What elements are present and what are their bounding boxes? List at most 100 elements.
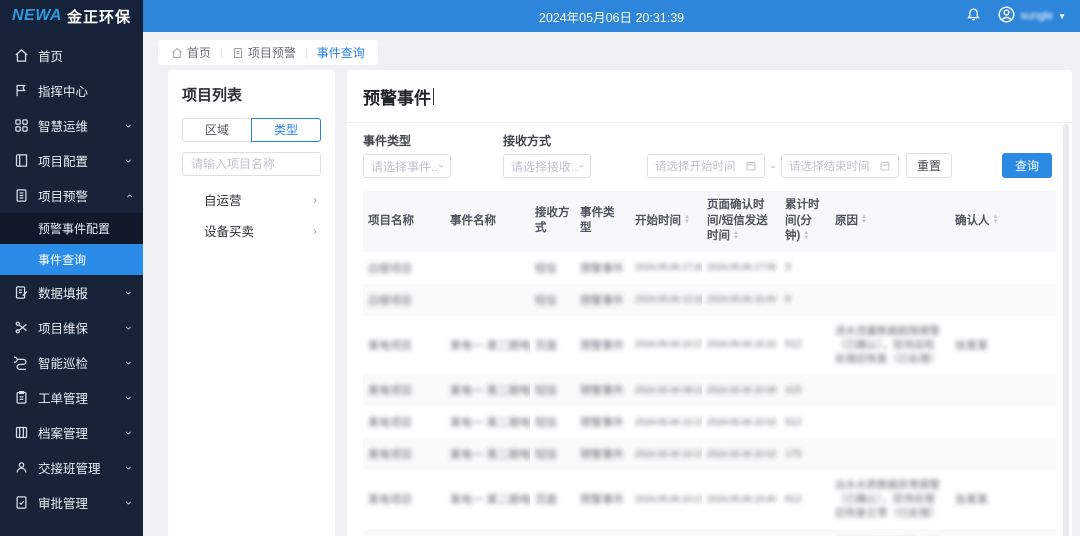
table-cell: 李某某 — [950, 529, 1056, 536]
search-button[interactable]: 查询 — [1002, 153, 1052, 178]
table-cell: 某电一·某二期电站 — [445, 438, 530, 470]
table-row: 某电项目某电一·某二期电站短信预警事件2024.05.06 08:132024.… — [363, 374, 1056, 406]
sidebar-item-label: 工单管理 — [38, 388, 127, 407]
table-cell: 9 — [780, 284, 830, 316]
tree-item-equipment-trade[interactable]: 设备买卖 › — [182, 215, 321, 246]
sidebar-subitem-label: 预警事件配置 — [38, 220, 110, 237]
table-cell — [830, 406, 950, 438]
sidebar-item-home[interactable]: 首页 — [0, 38, 143, 73]
table-cell — [445, 284, 530, 316]
table-cell: 2024.05.06 10:17 — [630, 470, 702, 529]
table-row: 某电项目某电一·某二期电站页面预警事件2024.05.06 13:082024.… — [363, 529, 1056, 536]
sort-icon[interactable]: ▲▼ — [861, 215, 867, 225]
sidebar-item-command-center[interactable]: 指挥中心 — [0, 73, 143, 108]
table-cell: 2024.05.06 20:02 — [702, 406, 780, 438]
home-icon — [14, 48, 29, 63]
project-list-title: 项目列表 — [182, 84, 321, 105]
filter-bar: 事件类型 请选择事件... › 接收方式 请选择接收... › 请选择开始时间 — [363, 132, 1056, 178]
project-tree: 自运营 › 设备买卖 › — [182, 184, 321, 246]
receive-method-select[interactable]: 请选择接收... › — [503, 154, 591, 178]
start-time-input[interactable]: 请选择开始时间 — [647, 154, 765, 178]
clipboard-check-icon — [14, 495, 29, 510]
clipboard-icon — [14, 390, 29, 405]
sidebar-subitem-event-query[interactable]: 事件查询 — [0, 244, 143, 275]
sidebar-item-project-alert[interactable]: 项目预警 › — [0, 178, 143, 213]
sort-icon[interactable]: ▲▼ — [993, 215, 999, 225]
column-header[interactable]: 开始时间▲▼ — [630, 191, 702, 252]
sidebar-item-shift-management[interactable]: 交接班管理 › — [0, 450, 143, 485]
table-cell: 预警事件 — [575, 529, 630, 536]
table-cell: 3 — [780, 252, 830, 284]
end-time-input[interactable]: 请选择结束时间 — [781, 154, 899, 178]
table-cell — [950, 252, 1056, 284]
tree-item-self-operated[interactable]: 自运营 › — [182, 184, 321, 215]
table-cell: 2024.05.06 20:10 — [702, 529, 780, 536]
project-search-input[interactable] — [182, 152, 321, 176]
column-header[interactable]: 页面确认时间/短信发送时间▲▼ — [702, 191, 780, 252]
table-cell: 某电一·某二期电站 — [445, 470, 530, 529]
breadcrumb-project-alert[interactable]: 项目预警 — [232, 44, 296, 61]
table-cell: 某电一·某二期电站 — [445, 529, 530, 536]
sidebar-item-approval[interactable]: 审批管理 › — [0, 485, 143, 520]
table-row: 某电项目某电一·某二期电站短信预警事件2024.05.06 10:172024.… — [363, 438, 1056, 470]
app-logo: NEWA 金正环保 — [0, 0, 143, 32]
user-dropdown-caret-icon: ▼ — [1058, 12, 1066, 21]
table-cell: 2024.05.06 20:08 — [702, 374, 780, 406]
sidebar-item-archive[interactable]: 档案管理 › — [0, 415, 143, 450]
document-icon — [14, 188, 29, 203]
user-menu[interactable]: sungle ▼ — [997, 5, 1066, 27]
sort-icon[interactable]: ▲▼ — [733, 231, 739, 241]
sidebar-item-label: 项目预警 — [38, 186, 127, 205]
chevron-down-icon: › — [122, 466, 136, 470]
archive-icon — [14, 425, 29, 440]
table-cell: 2024.05.06 19:40 — [702, 470, 780, 529]
table-cell: 短信 — [530, 406, 575, 438]
project-list-panel: 项目列表 区域 类型 自运营 › 设备买卖 › — [168, 70, 335, 536]
sidebar-item-smart-ops[interactable]: 智慧运维 › — [0, 108, 143, 143]
table-cell: 页面 — [530, 316, 575, 375]
column-header[interactable]: 原因▲▼ — [830, 191, 950, 252]
chevron-down-icon: › — [122, 124, 136, 128]
sort-icon[interactable]: ▲▼ — [803, 231, 809, 241]
sidebar-item-label: 指挥中心 — [38, 81, 131, 100]
table-cell — [830, 252, 950, 284]
tab-type[interactable]: 类型 — [251, 118, 321, 142]
sidebar-nav: 首页 指挥中心 智慧运维 › 项目配置 › 项目预警 › 预 — [0, 32, 143, 520]
notification-bell-icon[interactable] — [966, 6, 981, 26]
table-cell: 某电一·某二期电站 — [445, 316, 530, 375]
table-scrollbar[interactable] — [1063, 124, 1069, 536]
breadcrumb-event-query[interactable]: 事件查询 — [317, 44, 365, 61]
reset-button[interactable]: 重置 — [906, 153, 952, 178]
book-icon — [14, 153, 29, 168]
sidebar-item-label: 项目维保 — [38, 318, 127, 337]
table-cell: 页面 — [530, 529, 575, 536]
table-cell: 784 — [780, 529, 830, 536]
column-header: 事件类型 — [575, 191, 630, 252]
sidebar-item-project-config[interactable]: 项目配置 › — [0, 143, 143, 178]
event-type-select[interactable]: 请选择事件... › — [363, 154, 451, 178]
calendar-icon — [879, 160, 891, 172]
datetime-display: 2024年05月06日 20:31:39 — [143, 7, 1080, 26]
sidebar-item-project-maintenance[interactable]: 项目维保 › — [0, 310, 143, 345]
column-header[interactable]: 确认人▲▼ — [950, 191, 1056, 252]
column-header-label: 累计时间(分钟) — [785, 199, 820, 242]
sidebar-item-data-report[interactable]: 数据填报 › — [0, 275, 143, 310]
chevron-down-icon: › — [122, 326, 136, 330]
table-cell: 某电项目 — [363, 529, 445, 536]
sort-icon[interactable]: ▲▼ — [684, 215, 690, 225]
file-icon — [232, 47, 244, 59]
sidebar-item-work-order[interactable]: 工单管理 › — [0, 380, 143, 415]
column-header-label: 接收方式 — [535, 207, 570, 235]
sidebar-subitem-alert-event-config[interactable]: 预警事件配置 — [0, 213, 143, 244]
column-header[interactable]: 累计时间(分钟)▲▼ — [780, 191, 830, 252]
breadcrumb-home[interactable]: 首页 — [171, 44, 211, 61]
table-cell — [830, 284, 950, 316]
column-header: 事件名称 — [445, 191, 530, 252]
grid-icon — [14, 118, 29, 133]
sidebar-item-smart-inspection[interactable]: 智能巡检 › — [0, 345, 143, 380]
tab-region[interactable]: 区域 — [182, 118, 251, 142]
table-cell: 短信 — [530, 438, 575, 470]
table-cell: 预警事件 — [575, 374, 630, 406]
table-cell: 短信 — [530, 252, 575, 284]
table-cell: 白银项目 — [363, 284, 445, 316]
